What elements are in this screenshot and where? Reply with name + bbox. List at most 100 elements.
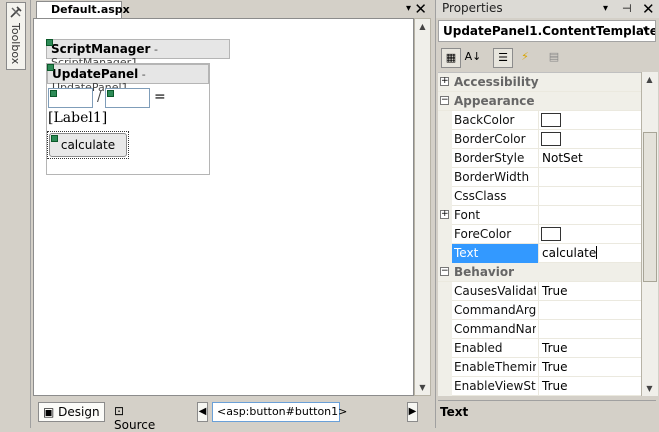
property-name: Font xyxy=(454,208,481,222)
scroll-up-icon[interactable]: ▲ xyxy=(415,19,430,34)
expand-icon[interactable]: + xyxy=(440,210,449,219)
color-swatch[interactable] xyxy=(541,227,561,241)
property-category-row[interactable]: − Behavior xyxy=(438,263,641,282)
property-name: CausesValidatio xyxy=(454,284,536,298)
close-icon[interactable]: ✕ xyxy=(414,0,427,18)
property-row[interactable]: CommandArgu xyxy=(438,301,641,320)
view-bar: ▣ Design ⊡ Source ◀ <asp:button#button1>… xyxy=(33,398,433,432)
breadcrumb-right-icon[interactable]: ▶ xyxy=(407,402,418,422)
update-panel-header[interactable]: UpdatePanel - UpdatePanel1 xyxy=(47,64,209,94)
property-row[interactable]: ForeColor xyxy=(438,225,641,244)
property-name: BorderStyle xyxy=(454,151,525,165)
property-category-row[interactable]: − Appearance xyxy=(438,92,641,111)
alphabetical-icon[interactable]: A↓ xyxy=(463,48,483,68)
property-pages-icon[interactable]: ▤ xyxy=(544,48,564,68)
property-value[interactable] xyxy=(538,301,641,320)
color-swatch[interactable] xyxy=(541,113,561,127)
property-value[interactable] xyxy=(538,111,641,130)
property-value[interactable]: NotSet xyxy=(538,149,641,168)
property-value[interactable] xyxy=(538,187,641,206)
tab-default-aspx[interactable]: Default.aspx xyxy=(36,1,130,18)
equals-text: = xyxy=(154,89,166,105)
property-row[interactable]: BorderWidth xyxy=(438,168,641,187)
category-name: Appearance xyxy=(454,94,535,108)
property-row[interactable]: Text calculate xyxy=(438,244,641,263)
row-gutter xyxy=(438,339,452,358)
properties-icon[interactable]: ☰ xyxy=(493,48,513,68)
property-row[interactable]: BorderStyle NotSet xyxy=(438,149,641,168)
scroll-down-icon[interactable]: ▼ xyxy=(642,381,657,396)
scroll-thumb[interactable] xyxy=(643,132,657,282)
update-panel-control[interactable]: UpdatePanel - UpdatePanel1 / = [Label1] … xyxy=(46,63,210,175)
property-row[interactable]: EnableViewStat True xyxy=(438,377,641,396)
property-name: CssClass xyxy=(454,189,507,203)
object-selector[interactable]: UpdatePanel1.ContentTemplate.Bu xyxy=(438,20,656,42)
property-name: EnableTheming xyxy=(454,360,536,374)
breadcrumb[interactable]: <asp:button#button1> xyxy=(212,402,347,422)
script-manager-control[interactable]: ScriptManager - ScriptManager1 xyxy=(46,39,230,69)
property-value[interactable]: True xyxy=(538,339,641,358)
design-surface[interactable]: ScriptManager - ScriptManager1 UpdatePan… xyxy=(33,18,414,396)
property-row[interactable]: CausesValidatio True xyxy=(438,282,641,301)
property-value[interactable] xyxy=(538,130,641,149)
label1-control[interactable]: [Label1] xyxy=(48,110,107,126)
scroll-up-icon[interactable]: ▲ xyxy=(642,72,657,87)
property-value[interactable] xyxy=(538,206,641,225)
property-value[interactable]: True xyxy=(538,282,641,301)
collapse-icon[interactable]: − xyxy=(440,267,449,276)
source-view-button[interactable]: ⊡ Source xyxy=(110,402,170,432)
design-vertical-scrollbar[interactable]: ▲ ▼ xyxy=(414,18,431,396)
pin-icon[interactable]: ⊣ xyxy=(622,2,632,15)
collapse-icon[interactable]: − xyxy=(440,96,449,105)
property-name: Enabled xyxy=(454,341,503,355)
description-title: Text xyxy=(438,400,656,426)
property-value[interactable] xyxy=(538,168,641,187)
row-gutter xyxy=(438,225,452,244)
breadcrumb-left-icon[interactable]: ◀ xyxy=(197,402,208,422)
color-swatch[interactable] xyxy=(541,132,561,146)
categorized-icon[interactable]: ▦ xyxy=(441,48,461,68)
control-marker-icon xyxy=(51,135,58,142)
row-gutter xyxy=(438,282,452,301)
property-row[interactable]: EnableTheming True xyxy=(438,358,641,377)
property-row[interactable]: BorderColor xyxy=(438,130,641,149)
property-value[interactable]: calculate xyxy=(538,244,641,263)
property-value[interactable]: True xyxy=(538,377,641,396)
property-value[interactable]: True xyxy=(538,358,641,377)
property-grid-scrollbar[interactable]: ▲ ▼ xyxy=(641,72,658,396)
category-name: Accessibility xyxy=(454,75,539,89)
toolbox-strip: Toolbox xyxy=(0,0,31,428)
source-view-label: Source xyxy=(114,418,156,432)
control-marker-icon xyxy=(47,64,54,71)
textbox-2[interactable] xyxy=(105,88,150,108)
expand-icon[interactable]: + xyxy=(440,77,449,86)
calculate-button[interactable]: calculate xyxy=(49,133,127,157)
close-icon[interactable]: ✕ xyxy=(642,0,655,18)
design-view-button[interactable]: ▣ Design xyxy=(38,402,105,422)
properties-toolbar: ▦ A↓ ☰ ⚡ ▤ xyxy=(438,46,656,70)
property-value[interactable] xyxy=(538,225,641,244)
property-category-row[interactable]: + Accessibility xyxy=(438,73,641,92)
property-name: ForeColor xyxy=(454,227,512,241)
property-value-text: True xyxy=(542,360,568,374)
events-icon[interactable]: ⚡ xyxy=(515,48,535,68)
chevron-down-icon[interactable]: ▾ xyxy=(406,3,411,14)
document-window: Default.aspx ▾ ✕ ScriptManager - ScriptM… xyxy=(33,0,433,432)
property-row[interactable]: Enabled True xyxy=(438,339,641,358)
property-value[interactable] xyxy=(538,320,641,339)
property-row[interactable]: + Font xyxy=(438,206,641,225)
control-marker-icon xyxy=(50,90,57,97)
textbox-1[interactable] xyxy=(48,88,93,108)
chevron-down-icon[interactable]: ▾ xyxy=(643,25,648,35)
chevron-down-icon[interactable]: ▾ xyxy=(603,3,608,14)
properties-window: Properties ▾ ⊣ ✕ UpdatePanel1.ContentTem… xyxy=(435,0,659,428)
property-row[interactable]: CommandNam xyxy=(438,320,641,339)
row-gutter xyxy=(438,149,452,168)
toolbox-tab[interactable]: Toolbox xyxy=(6,2,26,70)
property-row[interactable]: BackColor xyxy=(438,111,641,130)
property-row[interactable]: CssClass xyxy=(438,187,641,206)
property-name: CommandNam xyxy=(454,322,536,336)
scroll-down-icon[interactable]: ▼ xyxy=(415,380,430,395)
row-gutter xyxy=(438,320,452,339)
text-caret xyxy=(596,246,598,259)
